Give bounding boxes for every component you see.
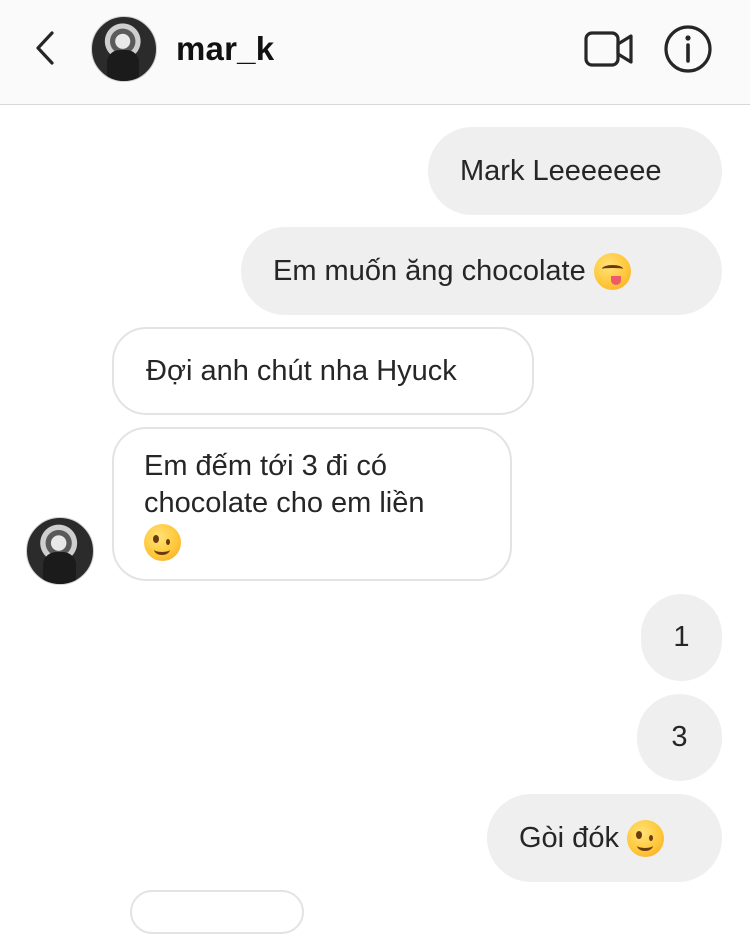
message-bubble-incoming-partial[interactable]	[130, 890, 304, 934]
winking-face-icon	[626, 819, 664, 857]
message-bubble-outgoing[interactable]: Em muốn ăng chocolate	[241, 227, 722, 315]
chevron-left-icon	[36, 31, 54, 65]
face-savoring-food-icon	[593, 252, 631, 290]
message-text: Đợi anh chút nha Hyuck	[146, 354, 457, 387]
message-text: 3	[671, 721, 688, 753]
message-bubble-incoming[interactable]: Em đếm tới 3 đi có chocolate cho em liền	[112, 427, 512, 581]
message-bubble-incoming[interactable]: Đợi anh chút nha Hyuck	[112, 327, 534, 415]
video-call-button[interactable]	[584, 28, 634, 70]
contact-avatar[interactable]	[91, 16, 157, 82]
chat-header: mar_k	[0, 0, 750, 105]
message-text: Em đếm tới 3 đi có chocolate cho em liền	[144, 449, 425, 519]
winking-face-icon	[144, 523, 181, 561]
video-camera-icon	[584, 31, 633, 67]
sender-avatar[interactable]	[26, 517, 94, 585]
message-bubble-outgoing[interactable]: 3	[637, 694, 722, 781]
message-text: Gòi đók	[519, 821, 619, 854]
message-bubble-outgoing[interactable]: Gòi đók	[487, 794, 722, 882]
message-bubble-outgoing[interactable]: Mark Leeeeeee	[428, 127, 722, 215]
info-icon	[664, 25, 712, 73]
message-bubble-outgoing[interactable]: 1	[641, 594, 722, 681]
message-text: Em muốn ăng chocolate	[273, 254, 586, 287]
message-text: Mark Leeeeeee	[460, 154, 662, 187]
message-text: 1	[673, 621, 690, 653]
contact-username[interactable]: mar_k	[176, 30, 274, 68]
back-button[interactable]	[30, 28, 60, 68]
info-button[interactable]	[663, 24, 713, 74]
